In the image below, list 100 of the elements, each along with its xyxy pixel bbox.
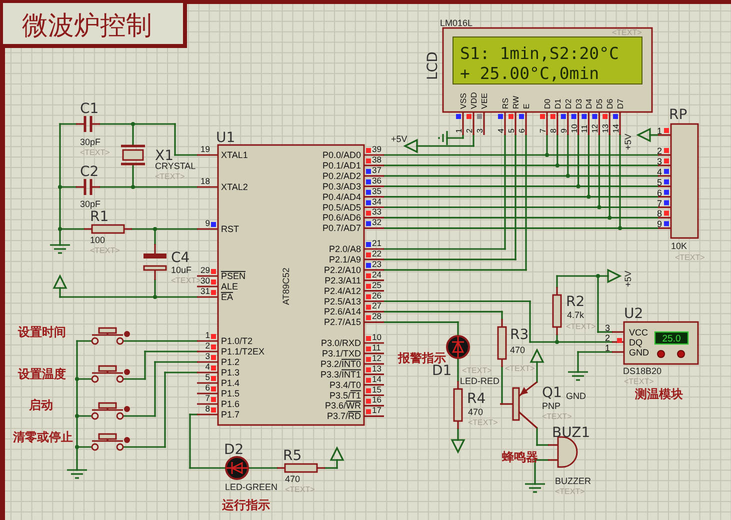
component-reference: U1 <box>216 130 236 146</box>
component-reference: RP <box>669 107 688 123</box>
text-tag-label: <TEXT> <box>80 148 110 157</box>
text-tag-label: <TEXT> <box>624 377 654 386</box>
annotation-label: 测温模块 <box>635 387 683 401</box>
pin-name: RST <box>221 224 239 234</box>
pin-name: P1.6 <box>221 399 240 409</box>
pin-number: 16 <box>372 394 382 405</box>
pin-name: RW <box>512 96 520 109</box>
pin-number: 4 <box>205 362 210 372</box>
pin-number: 36 <box>372 175 382 186</box>
pin-number: 7 <box>538 128 548 133</box>
component-value: 10K <box>671 241 688 251</box>
text-tag-label: <TEXT> <box>462 366 492 375</box>
pin-number: 4 <box>496 128 506 133</box>
pin-name: D5 <box>595 98 604 109</box>
pin-number: 12 <box>590 124 600 133</box>
pin-number: 9 <box>559 128 568 133</box>
component-reference: X1 <box>155 148 174 164</box>
text-tag-label: <TEXT> <box>90 246 120 255</box>
pin-name: P0.5/AD5 <box>322 202 361 212</box>
pin-name: P3.3/INT1 <box>320 369 361 380</box>
pin-name: P3.5/T1 <box>329 390 361 400</box>
sensor-reading: 25.0 <box>662 334 681 344</box>
pin-number: 2 <box>604 333 610 343</box>
component-reference: BUZ1 <box>552 425 590 441</box>
component-value: 470 <box>285 474 300 484</box>
text-tag-label: <TEXT> <box>566 322 596 331</box>
pin-name: P1.3 <box>221 368 240 378</box>
pin-name: D3 <box>574 98 584 109</box>
annotation-label: 蜂鸣器 <box>502 450 538 464</box>
pin-number: 24 <box>372 269 382 280</box>
component-value: BUZZER <box>555 476 591 486</box>
button-label: 清零或停止 <box>13 430 73 444</box>
pin-number: 30 <box>200 276 210 286</box>
text-tag-label: <TEXT> <box>555 487 585 496</box>
pin-number: 15 <box>372 384 382 394</box>
text-tag-label: <TEXT> <box>468 418 498 427</box>
schematic-title: 微波炉控制 <box>22 11 152 41</box>
pin-number: 6 <box>656 188 662 198</box>
pin-number: 3 <box>476 128 484 133</box>
pin-number: 31 <box>200 286 210 296</box>
pin-name: XTAL2 <box>221 182 248 192</box>
pin-name: P3.7/RD <box>326 411 361 422</box>
button-label: 设置温度 <box>18 367 66 381</box>
pin-number: 9 <box>656 219 662 230</box>
pin-name: P3.6/WR <box>324 400 361 411</box>
pin-name: E <box>522 104 531 109</box>
pin-number: 22 <box>372 248 382 258</box>
pin-number: 38 <box>372 154 382 164</box>
pin-name: P3.1/TXD <box>322 348 361 358</box>
pin-number: 10 <box>570 124 579 133</box>
pin-number: 2 <box>465 128 474 133</box>
pin-number: 28 <box>372 311 382 322</box>
component-value: 470 <box>468 407 484 417</box>
pin-name: P2.3/A11 <box>324 275 361 286</box>
component-reference: D1 <box>432 363 452 379</box>
pin-number: 29 <box>200 265 210 275</box>
pin-name: P1.5 <box>221 388 240 398</box>
pin-number: 8 <box>205 404 210 414</box>
pin-name: D7 <box>616 98 625 109</box>
pin-number: 6 <box>518 128 526 133</box>
pin-name: P0.0/AD0 <box>322 150 361 160</box>
pin-name: P2.1/A9 <box>328 254 361 264</box>
component-reference: D2 <box>224 442 244 458</box>
pin-name: P2.4/A12 <box>324 286 361 296</box>
pin-number: 11 <box>580 124 590 133</box>
pin-number: 7 <box>205 393 210 403</box>
pin-number: 39 <box>372 144 382 154</box>
pin-name: P0.4/AD4 <box>322 192 361 202</box>
pin-number: 12 <box>372 352 382 363</box>
pin-name: P0.3/AD3 <box>322 181 361 192</box>
pin-name: ALE <box>221 282 238 292</box>
pin-number: 11 <box>372 342 381 352</box>
button-label: 启动 <box>29 398 53 412</box>
pin-name: PSEN <box>221 271 246 281</box>
pin-number: 5 <box>205 372 210 382</box>
pin-number: 18 <box>200 176 210 186</box>
supply-label: +5V <box>623 134 633 150</box>
pin-number: 3 <box>656 156 662 166</box>
pin-name: P0.1/AD1 <box>322 160 361 170</box>
text-tag-label: <TEXT> <box>285 485 315 494</box>
component-reference: C1 <box>80 101 99 117</box>
pin-name: P1.4 <box>221 378 240 388</box>
pin-name: RS <box>501 98 510 109</box>
pin-number: 26 <box>372 290 382 300</box>
pin-name: DQ <box>629 338 642 348</box>
pin-name: D1 <box>553 98 562 109</box>
lcd-text-line: + 25.00°C,0min <box>460 64 600 83</box>
pin-number: 2 <box>205 340 210 350</box>
supply-label: +5V <box>391 134 408 144</box>
component-reference: R2 <box>566 294 585 310</box>
component-value: LED-RED <box>460 376 500 386</box>
text-tag-label: <TEXT> <box>155 172 185 181</box>
pin-number: 14 <box>612 124 620 133</box>
pin-number: 17 <box>372 405 382 416</box>
pin-number: 10 <box>372 332 382 342</box>
pin-name: P0.2/AD2 <box>322 170 361 181</box>
text-tag-label: <TEXT> <box>675 253 705 262</box>
pin-number: 3 <box>205 351 210 361</box>
